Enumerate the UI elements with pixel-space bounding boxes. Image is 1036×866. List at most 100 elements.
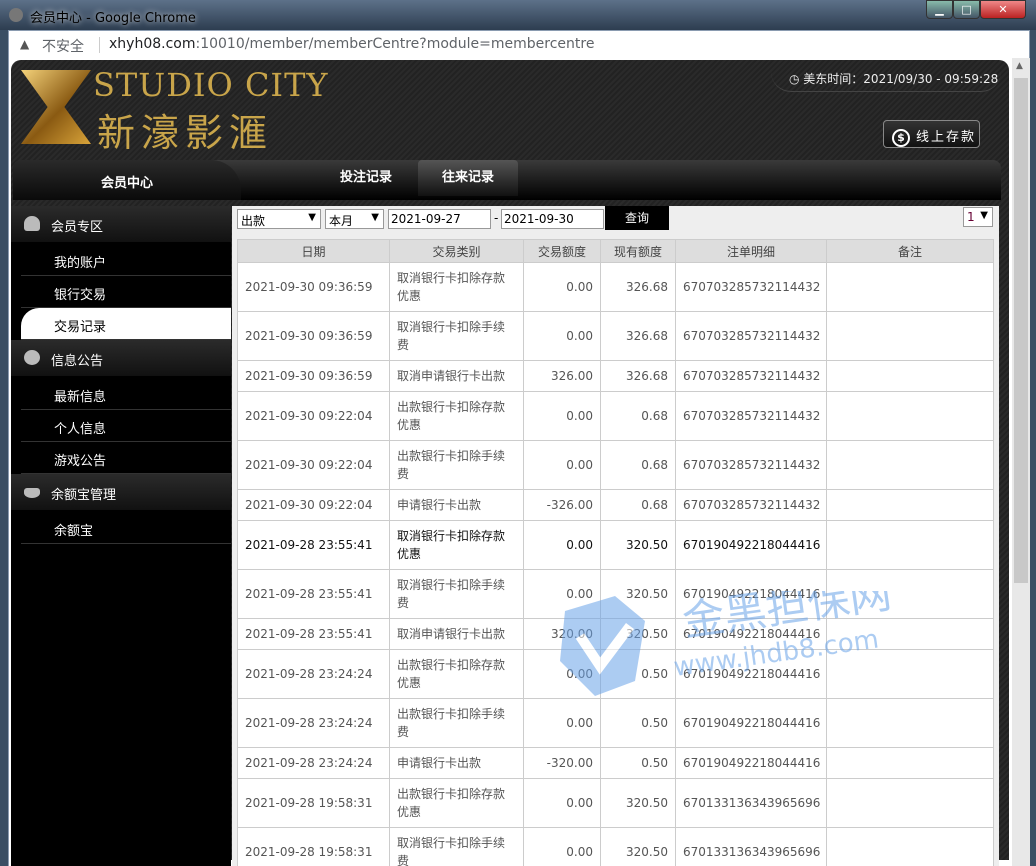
page: STUDIO CITY 新濠影滙 ◷ 美东时间：2021/09/30 - 09:… bbox=[8, 58, 1030, 866]
scrollbar-thumb[interactable] bbox=[1014, 78, 1028, 583]
cell-order-detail: 670703285732114432 bbox=[675, 262, 827, 312]
cell-balance: 0.50 bbox=[600, 747, 676, 779]
maximize-button[interactable]: □ bbox=[953, 0, 980, 19]
cell-type: 申请银行卡出款 bbox=[389, 489, 524, 521]
cell-amount: 0.00 bbox=[523, 311, 601, 361]
cell-order-detail: 670703285732114432 bbox=[675, 440, 827, 490]
cell-date: 2021-09-28 19:58:31 bbox=[237, 827, 390, 866]
group-label: 信息公告 bbox=[51, 354, 104, 369]
security-label[interactable]: 不安全 bbox=[42, 36, 84, 56]
vertical-scrollbar[interactable]: ▲ bbox=[1012, 58, 1030, 866]
cell-date: 2021-09-30 09:36:59 bbox=[237, 311, 390, 361]
table-row: 2021-09-30 09:22:04 出款银行卡扣除手续费 0.00 0.68 670… bbox=[237, 440, 994, 490]
table-row: 2021-09-28 23:24:24 申请银行卡出款 -320.00 0.50 670… bbox=[237, 747, 994, 779]
cell-type: 取消银行卡扣除手续费 bbox=[389, 827, 524, 866]
sidebar-item-latest-news[interactable]: 最新信息 bbox=[21, 378, 231, 410]
scroll-up-arrow-icon[interactable]: ▲ bbox=[1016, 61, 1023, 71]
table-row: 2021-09-30 09:36:59 取消银行卡扣除存款优惠 0.00 326.68… bbox=[237, 262, 994, 312]
tab-transaction-records[interactable]: 往来记录 bbox=[418, 160, 518, 196]
url-text[interactable]: xhyh08.com:10010/member/memberCentre?mod… bbox=[109, 36, 594, 52]
cell-date: 2021-09-28 19:58:31 bbox=[237, 778, 390, 828]
url-domain: xhyh08.com bbox=[109, 36, 196, 52]
user-icon bbox=[24, 216, 40, 231]
cell-remark bbox=[826, 311, 994, 361]
cell-amount: 326.00 bbox=[523, 360, 601, 392]
cell-order-detail: 670133136343965696 bbox=[675, 778, 827, 828]
table-row: 2021-09-30 09:36:59 取消银行卡扣除手续费 0.00 326.68 6… bbox=[237, 311, 994, 361]
date-to-input[interactable]: 2021-09-30 bbox=[501, 209, 604, 229]
cell-remark bbox=[826, 520, 994, 570]
cell-type: 出款银行卡扣除手续费 bbox=[389, 698, 524, 748]
cell-balance: 320.50 bbox=[600, 778, 676, 828]
cell-amount: 0.00 bbox=[523, 262, 601, 312]
cell-date: 2021-09-28 23:55:41 bbox=[237, 618, 390, 650]
sidebar-item-bank-transactions[interactable]: 银行交易 bbox=[21, 276, 231, 308]
window-titlebar: 会员中心 - Google Chrome ▁ □ ✕ bbox=[0, 0, 1036, 30]
cell-order-detail: 670190492218044416 bbox=[675, 747, 827, 779]
table-row: 2021-09-28 23:24:24 出款银行卡扣除手续费 0.00 0.50 670… bbox=[237, 698, 994, 748]
sidebar-group-notices: 信息公告 bbox=[11, 340, 231, 376]
transactions-table: 日期 交易类别 交易额度 现有额度 注单明细 备注 2021-09-30 09:… bbox=[237, 239, 994, 866]
cell-type: 取消银行卡扣除手续费 bbox=[389, 569, 524, 619]
date-separator: - bbox=[494, 211, 499, 225]
sidebar-item-transaction-records[interactable]: 交易记录 bbox=[21, 308, 231, 340]
cell-remark bbox=[826, 489, 994, 521]
col-date: 日期 bbox=[237, 239, 390, 263]
cell-date: 2021-09-28 23:55:41 bbox=[237, 569, 390, 619]
type-select[interactable]: 出款 ▼ bbox=[237, 209, 321, 229]
period-select[interactable]: 本月 ▼ bbox=[325, 209, 384, 229]
sidebar-item-yuebao[interactable]: 余额宝 bbox=[21, 512, 231, 544]
cell-remark bbox=[826, 649, 994, 699]
cell-date: 2021-09-30 09:22:04 bbox=[237, 440, 390, 490]
cell-date: 2021-09-28 23:24:24 bbox=[237, 747, 390, 779]
cell-order-detail: 670703285732114432 bbox=[675, 391, 827, 441]
cell-balance: 326.68 bbox=[600, 311, 676, 361]
cell-amount: 0.00 bbox=[523, 569, 601, 619]
cell-remark bbox=[826, 391, 994, 441]
cell-balance: 0.68 bbox=[600, 489, 676, 521]
chevron-down-icon: ▼ bbox=[980, 210, 988, 221]
sidebar-item-my-account[interactable]: 我的账户 bbox=[21, 244, 231, 276]
cell-amount: 0.00 bbox=[523, 827, 601, 866]
chevron-down-icon: ▼ bbox=[371, 212, 379, 223]
cell-balance: 320.50 bbox=[600, 520, 676, 570]
member-center-title: 会员中心 bbox=[13, 160, 241, 200]
chevron-down-icon: ▼ bbox=[308, 212, 316, 223]
dollar-icon: $ bbox=[892, 129, 910, 147]
cell-type: 取消申请银行卡出款 bbox=[389, 360, 524, 392]
cell-amount: 0.00 bbox=[523, 649, 601, 699]
cell-remark bbox=[826, 698, 994, 748]
sidebar-item-game-notices[interactable]: 游戏公告 bbox=[21, 442, 231, 474]
cell-remark bbox=[826, 778, 994, 828]
minimize-button[interactable]: ▁ bbox=[926, 0, 953, 19]
cell-date: 2021-09-28 23:24:24 bbox=[237, 698, 390, 748]
sidebar-item-personal-messages[interactable]: 个人信息 bbox=[21, 410, 231, 442]
online-deposit-button[interactable]: $ 线上存款 bbox=[883, 120, 980, 148]
window-title: 会员中心 - Google Chrome bbox=[30, 11, 196, 26]
group-label: 会员专区 bbox=[51, 220, 104, 235]
cell-type: 取消银行卡扣除存款优惠 bbox=[389, 262, 524, 312]
date-from-input[interactable]: 2021-09-27 bbox=[388, 209, 491, 229]
col-remark: 备注 bbox=[826, 239, 994, 263]
page-select[interactable]: 1 ▼ bbox=[963, 207, 993, 227]
table-row: 2021-09-30 09:22:04 申请银行卡出款 -326.00 0.68 670… bbox=[237, 489, 994, 521]
tab-bet-records[interactable]: 投注记录 bbox=[316, 160, 416, 196]
table-header: 日期 交易类别 交易额度 现有额度 注单明细 备注 bbox=[237, 239, 994, 263]
cell-balance: 326.68 bbox=[600, 360, 676, 392]
cell-amount: 0.00 bbox=[523, 698, 601, 748]
logo-emblem[interactable] bbox=[21, 70, 91, 144]
cell-amount: 320.00 bbox=[523, 618, 601, 650]
cell-date: 2021-09-28 23:55:41 bbox=[237, 520, 390, 570]
cell-remark bbox=[826, 262, 994, 312]
cell-type: 取消银行卡扣除手续费 bbox=[389, 311, 524, 361]
cell-order-detail: 670133136343965696 bbox=[675, 827, 827, 866]
address-bar[interactable]: ▲ 不安全 xhyh08.com:10010/member/memberCent… bbox=[8, 30, 1030, 58]
query-button[interactable]: 查询 bbox=[605, 206, 669, 230]
cell-order-detail: 670703285732114432 bbox=[675, 489, 827, 521]
logo-text-cn: 新濠影滙 bbox=[97, 111, 274, 155]
sidebar: 会员专区 我的账户 银行交易 交易记录 信息公告 最新信息 个人信息 游戏公告 … bbox=[11, 206, 231, 866]
sidebar-group-yuebao: 余额宝管理 bbox=[11, 474, 231, 510]
cell-date: 2021-09-30 09:22:04 bbox=[237, 489, 390, 521]
cell-balance: 320.50 bbox=[600, 569, 676, 619]
close-button[interactable]: ✕ bbox=[980, 0, 1026, 19]
